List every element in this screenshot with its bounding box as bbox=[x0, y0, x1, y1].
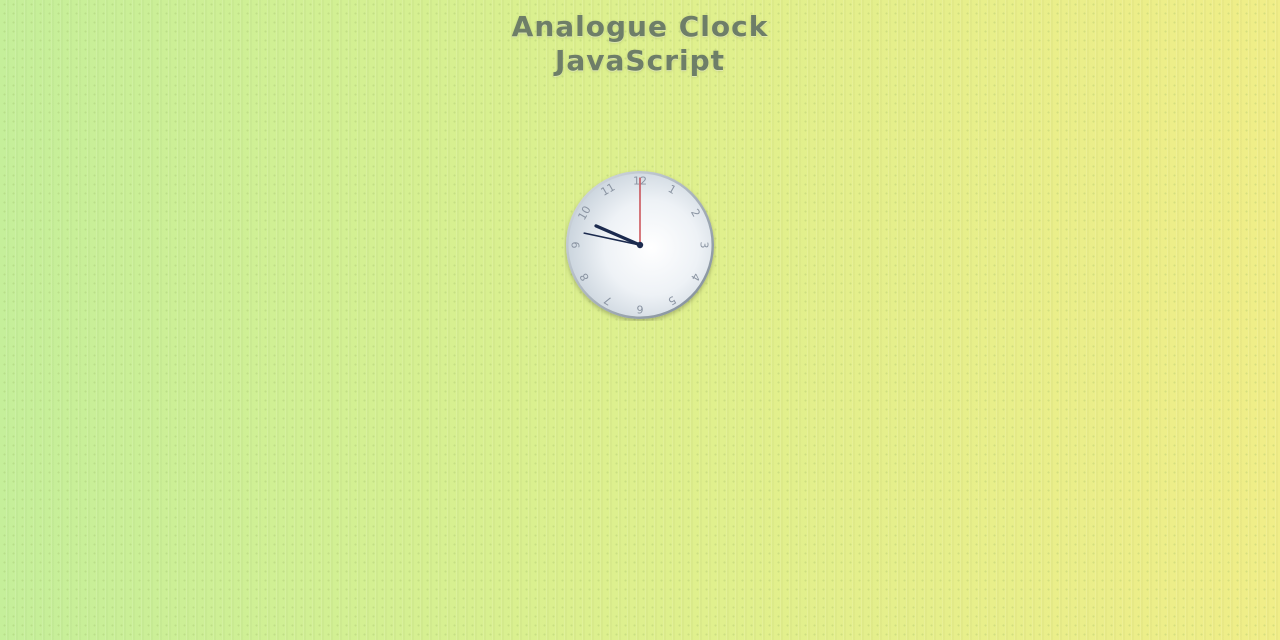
clock-numeral-9: 9 bbox=[570, 242, 583, 249]
title-line-2: JavaScript bbox=[554, 44, 726, 77]
analogue-clock: 12 1 2 3 4 5 6 7 8 9 10 11 bbox=[564, 169, 716, 321]
clock-numeral-3: 3 bbox=[698, 242, 711, 249]
clock-numeral-6: 6 bbox=[637, 303, 644, 316]
clock-face-svg: 121234567891011 bbox=[566, 171, 714, 319]
page-title: Analogue Clock JavaScript bbox=[0, 10, 1280, 78]
clock-center-pin bbox=[636, 241, 644, 249]
title-line-1: Analogue Clock bbox=[511, 10, 769, 43]
